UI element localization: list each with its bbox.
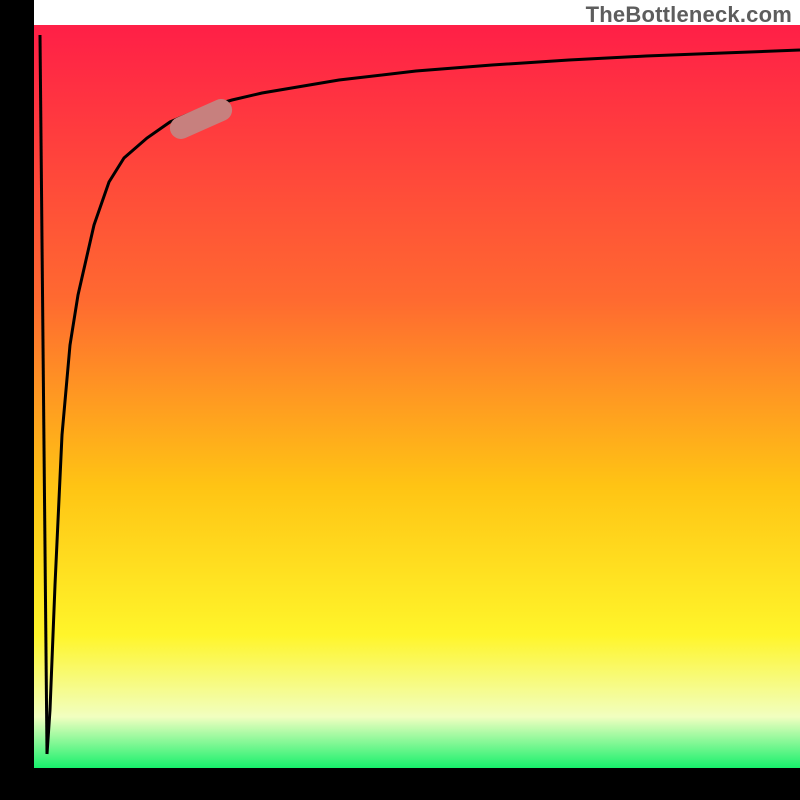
chart-root: TheBottleneck.com: [0, 0, 800, 800]
y-axis-bar: [0, 0, 34, 800]
x-axis-bar: [0, 768, 800, 800]
chart-canvas: [0, 0, 800, 800]
